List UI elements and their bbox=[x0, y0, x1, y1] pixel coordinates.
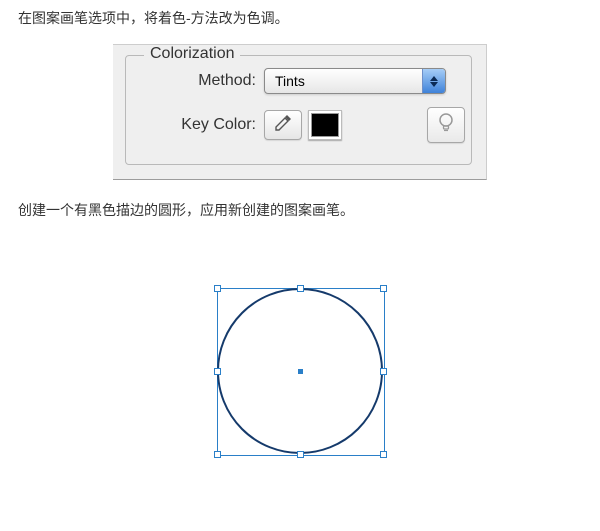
illustration bbox=[205, 276, 395, 466]
handle-s[interactable] bbox=[297, 451, 304, 458]
center-point bbox=[298, 369, 303, 374]
swatch-fill bbox=[312, 114, 338, 136]
handle-ne[interactable] bbox=[380, 285, 387, 292]
handle-se[interactable] bbox=[380, 451, 387, 458]
instruction-1: 在图案画笔选项中，将着色-方法改为色调。 bbox=[18, 8, 600, 28]
instruction-2: 创建一个有黑色描边的圆形，应用新创建的图案画笔。 bbox=[18, 200, 600, 220]
handle-n[interactable] bbox=[297, 285, 304, 292]
colorization-panel: Colorization Method: Tints Key Color: bbox=[113, 44, 487, 180]
key-color-row: Key Color: bbox=[126, 110, 471, 140]
method-value: Tints bbox=[265, 73, 422, 89]
eyedropper-icon bbox=[273, 113, 293, 138]
illustration-container bbox=[0, 236, 600, 466]
panel-container: Colorization Method: Tints Key Color: bbox=[0, 44, 600, 180]
key-color-label: Key Color: bbox=[126, 116, 264, 134]
group-legend: Colorization bbox=[144, 45, 240, 63]
method-row: Method: Tints bbox=[126, 68, 471, 94]
tips-button[interactable] bbox=[427, 107, 465, 143]
lightbulb-icon bbox=[437, 112, 455, 139]
key-color-swatch[interactable] bbox=[308, 110, 342, 140]
handle-nw[interactable] bbox=[214, 285, 221, 292]
handle-w[interactable] bbox=[214, 368, 221, 375]
eyedropper-button[interactable] bbox=[264, 110, 302, 140]
handle-e[interactable] bbox=[380, 368, 387, 375]
method-label: Method: bbox=[126, 72, 264, 90]
handle-sw[interactable] bbox=[214, 451, 221, 458]
dropdown-arrows-icon bbox=[422, 69, 445, 93]
colorization-group: Colorization Method: Tints Key Color: bbox=[125, 55, 472, 165]
method-dropdown[interactable]: Tints bbox=[264, 68, 446, 94]
